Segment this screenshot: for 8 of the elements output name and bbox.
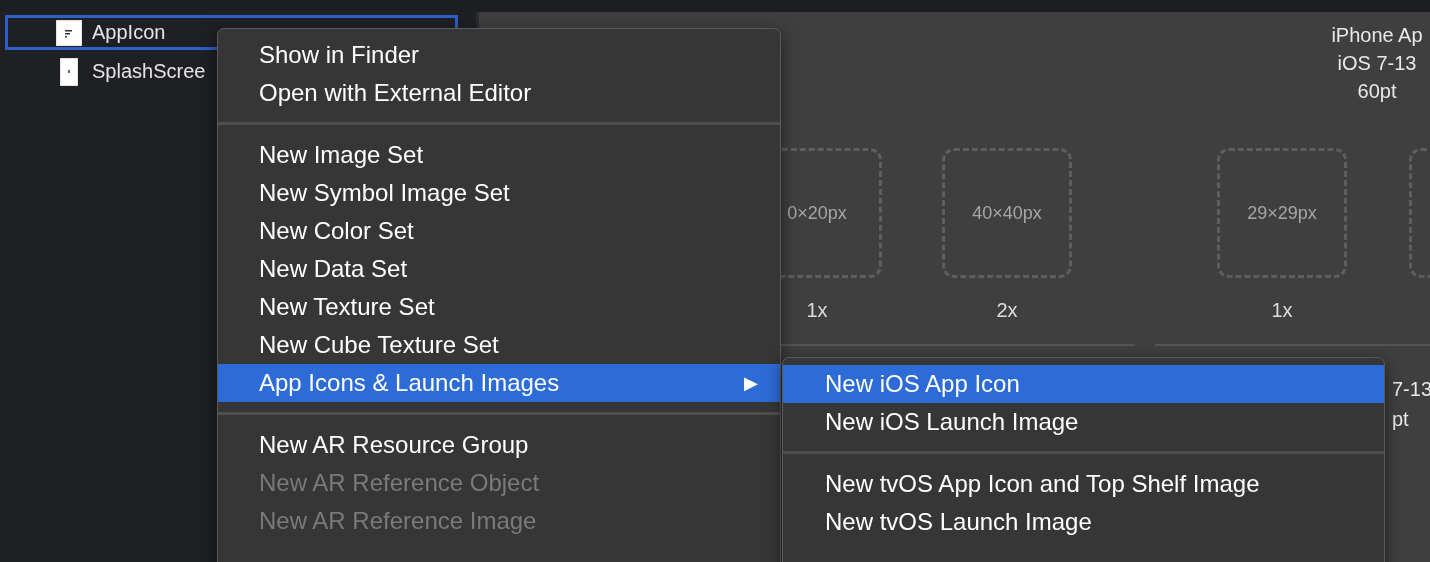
scale-label: 1x (1271, 298, 1293, 322)
icon-group-title: iOS 7-13 (1337, 51, 1417, 76)
submenu-arrow-icon: ▶ (744, 372, 758, 394)
scale-label: 1x (806, 298, 828, 322)
icon-group-title: 60pt (1357, 79, 1397, 104)
icon-group-title: pt (1392, 407, 1410, 432)
scale-label: 2x (996, 298, 1018, 322)
icon-group-title: iPhone Ap (1331, 23, 1423, 48)
